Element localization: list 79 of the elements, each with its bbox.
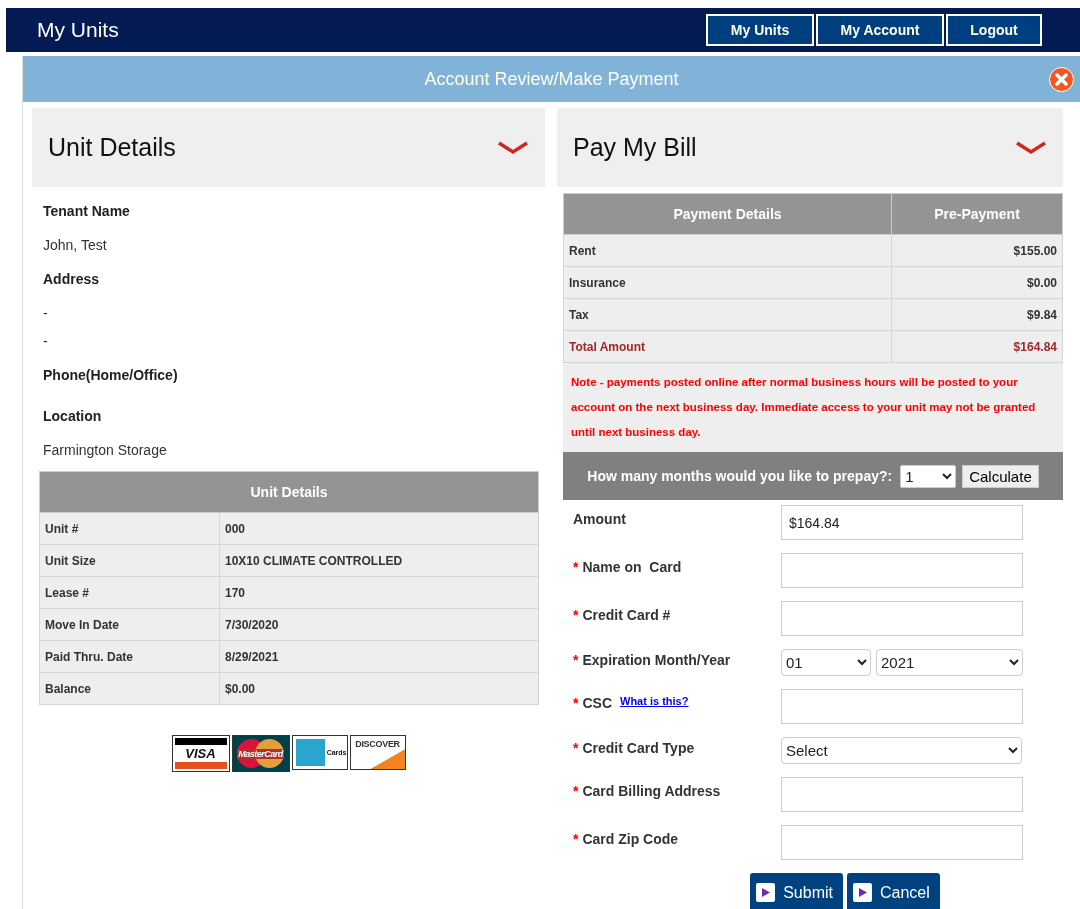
input-field[interactable] — [781, 689, 1023, 724]
field-value: - — [43, 332, 49, 351]
table-cell: 000 — [219, 512, 539, 545]
mastercard-logo: MasterCard — [231, 735, 290, 772]
calculate-button[interactable]: Calculate — [962, 464, 1039, 488]
input-field[interactable] — [781, 825, 1023, 860]
table-cell: 170 — [219, 576, 539, 609]
table-cell: Paid Thru. Date — [39, 640, 220, 673]
year-select[interactable]: 2021 — [876, 649, 1023, 676]
visa-logo: VISA — [171, 735, 230, 772]
site-title: My Units — [37, 18, 120, 42]
field-value: - — [43, 304, 49, 323]
required-mark: * — [573, 740, 579, 756]
input-field[interactable] — [781, 601, 1023, 636]
column-header: Pre-Payment — [891, 193, 1063, 235]
table-cell: Lease # — [39, 576, 220, 609]
play-icon — [756, 883, 776, 902]
table-cell: Rent — [563, 234, 892, 267]
card-type-select[interactable]: Select — [781, 737, 1022, 764]
panel-header[interactable]: Pay My Bill — [557, 108, 1063, 187]
field-label: Expiration Month/Year — [582, 652, 731, 668]
table-cell: Insurance — [563, 266, 892, 299]
amount-field[interactable]: $164.84 — [781, 505, 1023, 540]
field-label: CSC — [582, 695, 612, 711]
panel-title: Pay My Bill — [573, 133, 697, 162]
discover-logo: DISCOVER — [349, 735, 406, 770]
field-label: Location — [43, 407, 103, 426]
nav-button[interactable]: My Account — [816, 14, 944, 46]
table-cell: 8/29/2021 — [219, 640, 539, 673]
table-cell: $155.00 — [891, 234, 1063, 267]
field-label: Phone(Home/Office) — [43, 366, 179, 385]
table-cell: Tax — [563, 298, 892, 331]
table-cell: $9.84 — [891, 298, 1063, 331]
months-select[interactable]: 1 — [900, 464, 957, 488]
table-cell: 10X10 CLIMATE CONTROLLED — [219, 544, 539, 577]
field-value: John, Test — [43, 236, 108, 255]
required-mark: * — [573, 783, 579, 799]
month-select[interactable]: 01 — [781, 649, 871, 676]
panel-title: Unit Details — [48, 133, 176, 162]
table-cell: Balance — [39, 672, 220, 705]
table-cell: Unit Size — [39, 544, 220, 577]
modal-title: Account Review/Make Payment — [424, 68, 679, 90]
help-link[interactable]: What is this? — [620, 695, 689, 707]
field-label: Name on Card — [582, 559, 682, 575]
chevron-down-icon[interactable] — [1015, 139, 1047, 156]
field-label: Card Billing Address — [582, 783, 721, 799]
column-header: Payment Details — [563, 193, 892, 235]
payment-note: Note - payments posted online after normal business hours will be posted to your account on the next business day. Immediate access to your unit may not be granted until next business day. — [563, 363, 1063, 452]
field-label: Amount — [573, 511, 626, 527]
field-label: Tenant Name — [43, 202, 131, 221]
required-mark: * — [573, 831, 579, 847]
action-button[interactable]: Submit — [750, 873, 843, 909]
action-button[interactable]: Cancel — [847, 873, 940, 909]
field-label: Card Zip Code — [582, 831, 679, 847]
field-label: Credit Card # — [582, 607, 671, 623]
field-label: Address — [43, 270, 101, 289]
prepay-label: How many months would you like to prepay?: — [587, 468, 893, 484]
panel-header[interactable]: Unit Details — [32, 108, 545, 187]
table-header: Unit Details — [39, 471, 539, 513]
chevron-down-icon[interactable] — [497, 139, 529, 156]
table-cell: $164.84 — [891, 330, 1063, 363]
table-cell: Move In Date — [39, 608, 220, 641]
required-mark: * — [573, 695, 579, 711]
input-field[interactable] — [781, 553, 1023, 588]
close-icon[interactable] — [1049, 66, 1074, 92]
field-value: Farmington Storage — [43, 441, 168, 460]
play-icon — [853, 883, 872, 902]
required-mark: * — [573, 652, 579, 668]
table-cell: $0.00 — [891, 266, 1063, 299]
table-cell: Unit # — [39, 512, 220, 545]
required-mark: * — [573, 607, 579, 623]
nav-button[interactable]: My Units — [706, 14, 814, 46]
table-cell: Total Amount — [563, 330, 892, 363]
input-field[interactable] — [781, 777, 1023, 812]
field-label: Credit Card Type — [582, 740, 695, 756]
table-cell: $0.00 — [219, 672, 539, 705]
table-cell: 7/30/2020 — [219, 608, 539, 641]
required-mark: * — [573, 559, 579, 575]
nav-button[interactable]: Logout — [946, 14, 1042, 46]
